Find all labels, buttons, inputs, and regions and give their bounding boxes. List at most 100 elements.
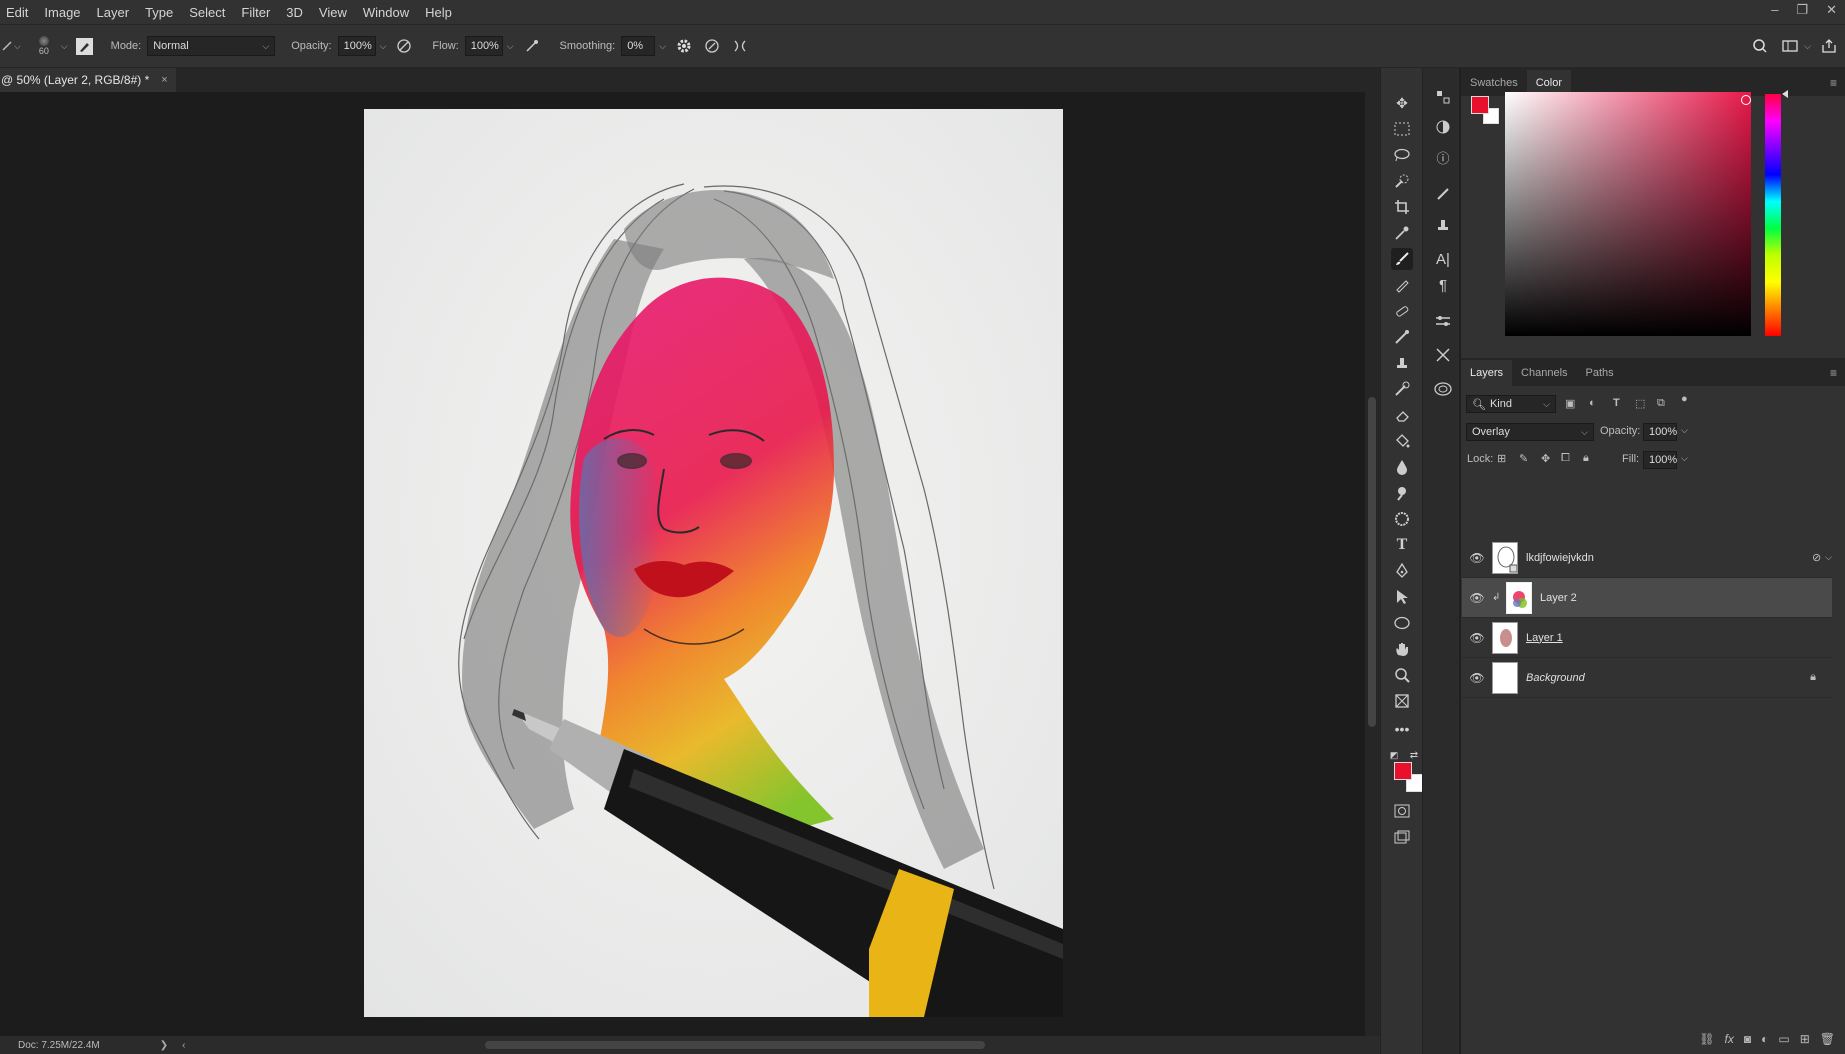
brush-size-picker[interactable]: 60 [31, 36, 57, 56]
fill-input[interactable]: 100% [1643, 451, 1677, 469]
tool-presets-icon[interactable] [1432, 344, 1454, 366]
menu-3d[interactable]: 3D [286, 5, 303, 20]
vertical-scroll-thumb[interactable] [1368, 397, 1376, 727]
layer-row[interactable]: 👁︎ lkdjfowiejvkdn ⊘ ⌵ [1462, 538, 1832, 578]
menu-window[interactable]: Window [363, 5, 409, 20]
eyedropper-tool-icon[interactable] [1391, 222, 1413, 244]
opacity-chevron-icon[interactable]: ⌵ [380, 41, 387, 52]
hand-tool-icon[interactable] [1391, 638, 1413, 660]
quick-mask-icon[interactable] [1391, 800, 1413, 822]
opacity-input[interactable]: 100% [337, 36, 376, 56]
layer-filter-kind-select[interactable]: 🔍︎ Kind ⌵ [1466, 395, 1556, 413]
layer-row[interactable]: 👁︎ Layer 1 [1462, 618, 1832, 658]
menu-select[interactable]: Select [189, 5, 225, 20]
sponge-tool-icon[interactable] [1391, 508, 1413, 530]
layer-opacity-chevron-icon[interactable]: ⌵ [1681, 425, 1688, 436]
tab-channels[interactable]: Channels [1512, 360, 1576, 386]
document-tab[interactable]: @ 50% (Layer 2, RGB/8#) * × [0, 68, 176, 92]
lock-transparent-icon[interactable]: ⊞ [1497, 452, 1506, 465]
layer-name[interactable]: Background [1526, 672, 1585, 684]
paint-bucket-tool-icon[interactable] [1391, 430, 1413, 452]
type-tool-icon[interactable]: T [1391, 534, 1413, 556]
filter-smart-object-icon[interactable]: ⧉ [1657, 397, 1665, 410]
link-layers-icon[interactable]: ⛓︎ [1699, 1032, 1714, 1046]
gear-icon[interactable] [674, 36, 694, 56]
frame-tool-icon[interactable] [1391, 690, 1413, 712]
minimize-button[interactable]: – [1771, 2, 1778, 18]
tool-preset-chevron-icon[interactable]: ⌵ [14, 41, 21, 52]
document-size-status[interactable]: Doc: 7.25M/22.4M [18, 1040, 100, 1051]
hue-slider-marker-icon[interactable] [1782, 90, 1788, 98]
dodge-tool-icon[interactable] [1391, 482, 1413, 504]
symmetry-icon[interactable] [730, 36, 750, 56]
libraries-icon[interactable] [1432, 378, 1454, 400]
close-window-button[interactable]: ✕ [1826, 2, 1837, 18]
pressure-size-icon[interactable] [702, 36, 722, 56]
lasso-tool-icon[interactable] [1391, 144, 1413, 166]
filter-pixel-icon[interactable]: ▣ [1565, 397, 1575, 410]
brush-settings-icon[interactable] [75, 37, 93, 55]
pencil-tool-icon[interactable] [1391, 274, 1413, 296]
menu-edit[interactable]: Edit [6, 5, 28, 20]
saturation-brightness-field[interactable] [1505, 92, 1751, 336]
flow-chevron-icon[interactable]: ⌵ [507, 41, 514, 52]
zoom-tool-icon[interactable] [1391, 664, 1413, 686]
layer-name[interactable]: lkdjfowiejvkdn [1526, 552, 1594, 564]
blend-mode-select[interactable]: Overlay ⌵ [1466, 423, 1594, 441]
filter-toggle-icon[interactable]: ● [1681, 393, 1688, 405]
visibility-eye-icon[interactable]: 👁︎ [1462, 631, 1492, 645]
share-icon[interactable] [1819, 36, 1839, 56]
document-canvas[interactable] [364, 109, 1063, 1017]
flow-input[interactable]: 100% [464, 36, 503, 56]
history-panel-icon[interactable] [1432, 86, 1454, 108]
brush-tool-icon[interactable] [1391, 248, 1413, 270]
color-panel-foreground-swatch[interactable] [1471, 96, 1489, 114]
restore-button[interactable]: ❐ [1796, 2, 1808, 18]
brush-settings-panel-icon[interactable] [1432, 182, 1454, 204]
menu-image[interactable]: Image [44, 5, 80, 20]
expand-chevron-icon[interactable]: ⌵ [1825, 552, 1832, 563]
lock-pixels-icon[interactable]: ✎ [1519, 452, 1528, 465]
adjustments-panel-icon[interactable] [1432, 116, 1454, 138]
smart-filter-icon[interactable]: ⊘ [1812, 551, 1821, 564]
layer-name[interactable]: Layer 1 [1526, 632, 1563, 644]
lock-position-icon[interactable]: ✥ [1541, 452, 1550, 465]
layer-row[interactable]: 👁︎ ↲ Layer 2 [1462, 578, 1832, 618]
fill-chevron-icon[interactable]: ⌵ [1681, 453, 1688, 464]
horizontal-scrollbar[interactable] [170, 1039, 1360, 1051]
visibility-eye-icon[interactable]: 👁︎ [1462, 591, 1492, 605]
menu-view[interactable]: View [319, 5, 347, 20]
delete-layer-icon[interactable]: 🗑︎ [1820, 1032, 1835, 1046]
add-mask-icon[interactable]: ◙ [1744, 1032, 1751, 1046]
airbrush-icon[interactable] [522, 36, 542, 56]
lock-artboard-icon[interactable]: ⧠ [1561, 452, 1570, 465]
mixer-brush-tool-icon[interactable] [1391, 326, 1413, 348]
vertical-scrollbar[interactable] [1365, 92, 1380, 1036]
path-selection-tool-icon[interactable] [1391, 586, 1413, 608]
filter-type-icon[interactable]: T [1613, 397, 1620, 409]
mode-select[interactable]: Normal ⌵ [147, 36, 276, 56]
quick-selection-tool-icon[interactable] [1391, 170, 1413, 192]
eraser-tool-icon[interactable] [1391, 404, 1413, 426]
healing-brush-tool-icon[interactable] [1391, 300, 1413, 322]
filter-shape-icon[interactable]: ⬚ [1635, 397, 1645, 410]
character-panel-icon[interactable]: A| [1432, 248, 1454, 270]
lock-icon[interactable]: 🔒︎ [1810, 671, 1816, 684]
screen-mode-icon[interactable] [1391, 826, 1413, 848]
color-picker-cursor[interactable] [1741, 95, 1751, 105]
blur-tool-icon[interactable] [1391, 456, 1413, 478]
layer-opacity-input[interactable]: 100% [1643, 423, 1677, 441]
brush-preset-icon[interactable] [0, 36, 14, 56]
layer-name[interactable]: Layer 2 [1540, 592, 1577, 604]
brush-picker-chevron-icon[interactable]: ⌵ [61, 41, 68, 52]
menu-layer[interactable]: Layer [97, 5, 130, 20]
color-panel-menu-icon[interactable]: ≡ [1830, 76, 1837, 90]
marquee-tool-icon[interactable] [1391, 118, 1413, 140]
layer-row[interactable]: 👁︎ Background 🔒︎ [1462, 658, 1832, 698]
canvas-area[interactable] [0, 92, 1365, 1036]
pen-tool-icon[interactable] [1391, 560, 1413, 582]
foreground-color-swatch[interactable] [1394, 762, 1412, 780]
info-icon[interactable]: ⓘ [1432, 146, 1454, 168]
close-icon[interactable]: × [161, 74, 167, 86]
new-group-icon[interactable]: ▭ [1778, 1032, 1789, 1046]
